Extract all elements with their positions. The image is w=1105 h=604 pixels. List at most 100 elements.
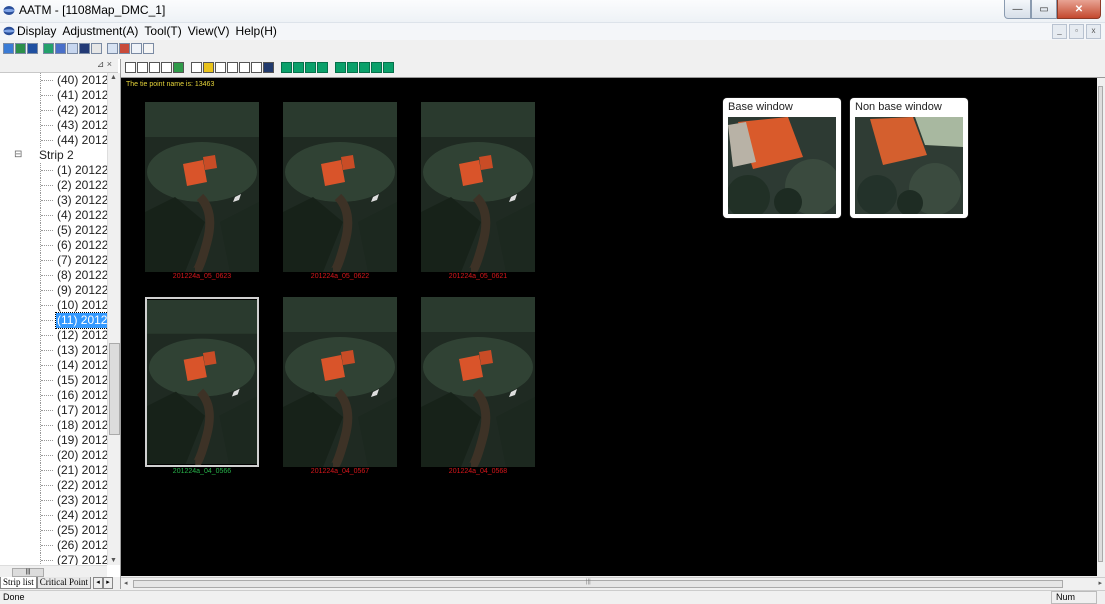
window-icon[interactable] <box>149 62 160 73</box>
tree-item-image[interactable]: (20) 2012 <box>0 448 108 463</box>
aerial-image-thumbnail[interactable] <box>145 297 259 467</box>
report-icon[interactable] <box>131 43 142 54</box>
scroll-thumb[interactable] <box>109 343 120 435</box>
move-down-icon[interactable] <box>371 62 382 73</box>
tree-item-image[interactable]: (9) 20122 <box>0 283 108 298</box>
zoom-icon[interactable] <box>203 62 214 73</box>
tree-item-image[interactable]: (8) 20122 <box>0 268 108 283</box>
canvas-vertical-scrollbar[interactable] <box>1097 78 1105 576</box>
tree-strip-node[interactable]: ⊟ Strip 2 <box>0 148 108 163</box>
open-project-icon[interactable] <box>3 43 14 54</box>
delete-point-icon[interactable] <box>383 62 394 73</box>
maximize-button[interactable]: ▭ <box>1031 0 1057 19</box>
tree-item-image[interactable]: (6) 20122 <box>0 238 108 253</box>
strip-icon[interactable] <box>55 43 66 54</box>
tree-item-image[interactable]: (2) 20122 <box>0 178 108 193</box>
tree-item-image[interactable]: (18) 2012 <box>0 418 108 433</box>
chart-icon[interactable] <box>67 43 78 54</box>
tree-item-image[interactable]: (14) 2012 <box>0 358 108 373</box>
tab-critical-point[interactable]: Critical Point <box>36 577 92 589</box>
scroll-thumb[interactable] <box>1098 86 1103 562</box>
table-icon[interactable] <box>107 43 118 54</box>
mdi-minimize-button[interactable]: _ <box>1052 24 1067 39</box>
tree-item-image[interactable]: (42) 2012 <box>0 103 108 118</box>
select-icon[interactable] <box>215 62 226 73</box>
tree-item-image[interactable]: (12) 2012 <box>0 328 108 343</box>
tree-item-image[interactable]: (15) 2012 <box>0 373 108 388</box>
scroll-up-icon[interactable]: ▲ <box>110 74 117 81</box>
tie-point-icon[interactable] <box>43 43 54 54</box>
save-icon[interactable] <box>263 62 274 73</box>
tree-item-image[interactable]: (44) 2012 <box>0 133 108 148</box>
tree-item-image[interactable]: (41) 2012 <box>0 88 108 103</box>
menu-display[interactable]: Display <box>17 24 56 38</box>
move-up-icon[interactable] <box>335 62 346 73</box>
scroll-left-icon[interactable]: ◂ <box>124 579 128 587</box>
mdi-restore-button[interactable]: ▫ <box>1069 24 1084 39</box>
tree-item-image[interactable]: (27) 2012 <box>0 553 108 565</box>
tree-vertical-scrollbar[interactable]: ▲ ▼ <box>107 73 120 565</box>
scroll-thumb[interactable]: ||| <box>12 568 44 577</box>
tree-item-image[interactable]: (21) 2012 <box>0 463 108 478</box>
tree-item-image[interactable]: (43) 2012 <box>0 118 108 133</box>
plot-icon[interactable] <box>119 43 130 54</box>
menu-adjustment[interactable]: Adjustment(A) <box>62 24 138 38</box>
non-base-window-image[interactable] <box>855 117 963 214</box>
scroll-down-icon[interactable]: ▼ <box>110 557 117 564</box>
tree-item-image[interactable]: (4) 20122 <box>0 208 108 223</box>
pin-icon[interactable]: ⊿ × <box>97 59 112 70</box>
scroll-thumb[interactable] <box>133 580 1063 588</box>
base-window-image[interactable] <box>728 117 836 214</box>
close-button[interactable]: ✕ <box>1057 0 1101 19</box>
canvas-horizontal-scrollbar[interactable]: ◂ ||| ▸ <box>121 577 1105 590</box>
refresh-icon[interactable] <box>239 62 250 73</box>
tree-item-image[interactable]: (40) 2012 <box>0 73 108 88</box>
mdi-close-button[interactable]: x <box>1086 24 1101 39</box>
tree-item-image[interactable]: (3) 20122 <box>0 193 108 208</box>
adjust-icon[interactable] <box>251 62 262 73</box>
text-icon[interactable] <box>161 62 172 73</box>
next-point-icon[interactable] <box>305 62 316 73</box>
tree-item-image[interactable]: (25) 2012 <box>0 523 108 538</box>
tree-item-image[interactable]: (24) 2012 <box>0 508 108 523</box>
image-view-icon[interactable] <box>27 43 38 54</box>
tree-item-image[interactable]: (17) 2012 <box>0 403 108 418</box>
menu-tool[interactable]: Tool(T) <box>144 24 181 38</box>
move-right-icon[interactable] <box>359 62 370 73</box>
aerial-image-thumbnail[interactable] <box>283 297 397 467</box>
first-point-icon[interactable] <box>281 62 292 73</box>
tree-item-image[interactable]: (26) 2012 <box>0 538 108 553</box>
aerial-image-thumbnail[interactable] <box>421 102 535 272</box>
tree-item-image[interactable]: (1) 20122 <box>0 163 108 178</box>
minimize-button[interactable]: — <box>1004 0 1031 19</box>
aerial-image-thumbnail[interactable] <box>421 297 535 467</box>
menu-help[interactable]: Help(H) <box>236 24 277 38</box>
calculator-icon[interactable] <box>91 43 102 54</box>
collapse-icon[interactable]: ⊟ <box>14 150 22 160</box>
binoculars-icon[interactable] <box>79 43 90 54</box>
cursor-icon[interactable] <box>227 62 238 73</box>
tree-item-image[interactable]: (5) 20122 <box>0 223 108 238</box>
prev-point-icon[interactable] <box>293 62 304 73</box>
tree-item-image[interactable]: (10) 2012 <box>0 298 108 313</box>
scroll-right-icon[interactable]: ▸ <box>1098 579 1102 587</box>
camera-icon[interactable] <box>191 62 202 73</box>
tree-item-image[interactable]: (23) 2012 <box>0 493 108 508</box>
aerial-image-thumbnail[interactable] <box>283 102 397 272</box>
tree-item-image[interactable]: (22) 2012 <box>0 478 108 493</box>
move-left-icon[interactable] <box>347 62 358 73</box>
aerial-image-thumbnail[interactable] <box>145 102 259 272</box>
print-icon[interactable] <box>137 62 148 73</box>
tab-strip-list[interactable]: Strip list <box>0 577 37 589</box>
settings-icon[interactable] <box>143 43 154 54</box>
tree-item-image[interactable]: (11) 2012 <box>0 312 108 329</box>
menu-view[interactable]: View(V) <box>188 24 230 38</box>
last-point-icon[interactable] <box>317 62 328 73</box>
tree-item-image[interactable]: (19) 2012 <box>0 433 108 448</box>
tree-item-image[interactable]: (16) 2012 <box>0 388 108 403</box>
tab-next-icon[interactable]: ▸ <box>103 577 114 589</box>
undo-icon[interactable] <box>125 62 136 73</box>
image-canvas[interactable]: The tie point name is: 13463 Base window… <box>121 78 1097 576</box>
tree-item-image[interactable]: (13) 2012 <box>0 343 108 358</box>
tree-item-image[interactable]: (7) 20122 <box>0 253 108 268</box>
